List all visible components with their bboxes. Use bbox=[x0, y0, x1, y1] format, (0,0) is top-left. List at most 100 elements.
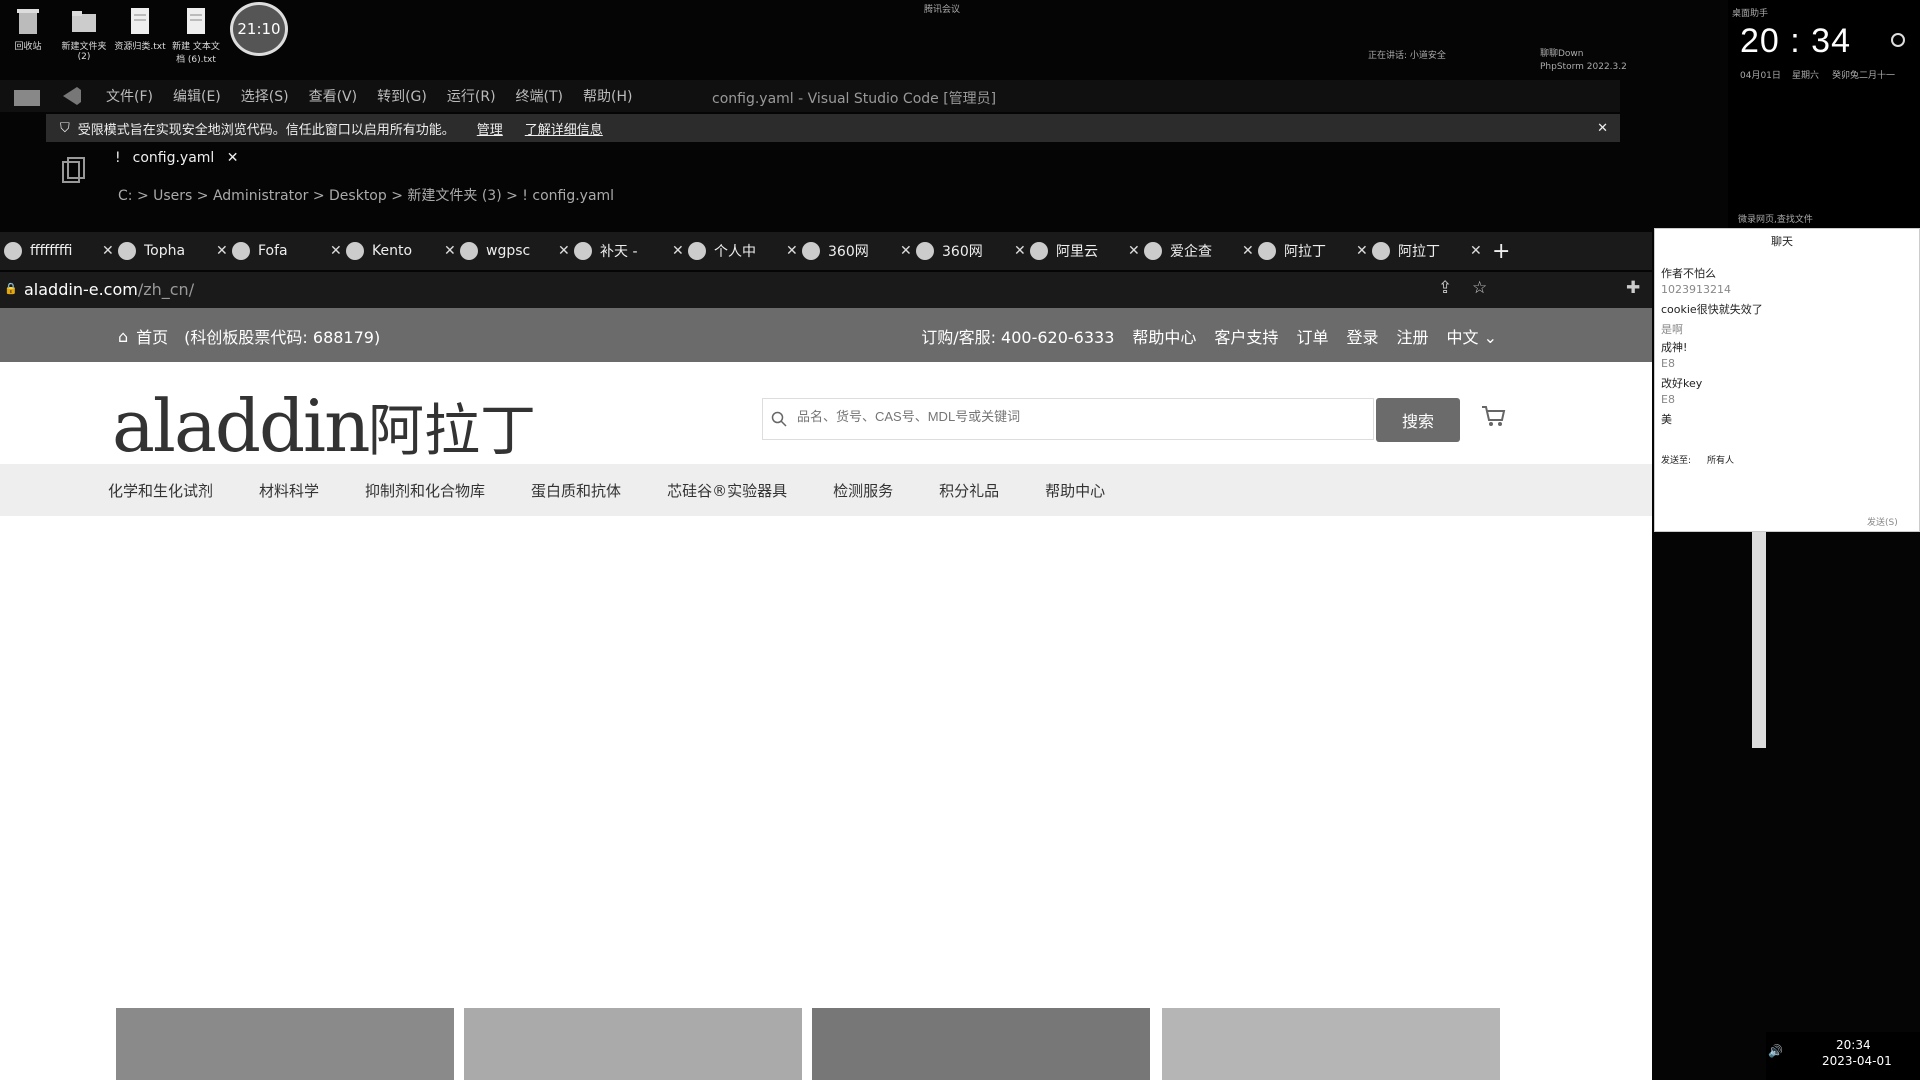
close-icon[interactable]: ✕ bbox=[672, 243, 684, 259]
browser-tab[interactable]: 爱企查 ✕ bbox=[1140, 236, 1254, 266]
logo-text[interactable]: aladdin bbox=[112, 384, 370, 468]
menu-run[interactable]: 运行(R) bbox=[447, 86, 496, 106]
text-file-icon[interactable]: 新建 文本文档 (6).txt bbox=[170, 6, 222, 65]
text-file-icon[interactable]: 资源归类.txt bbox=[114, 6, 166, 52]
close-icon[interactable]: ✕ bbox=[330, 243, 342, 259]
close-icon[interactable]: ✕ bbox=[1128, 243, 1140, 259]
search-box[interactable] bbox=[762, 398, 1374, 440]
scrollbar[interactable] bbox=[1752, 532, 1766, 748]
help-center-link[interactable]: 帮助中心 bbox=[1132, 324, 1196, 348]
home-link[interactable]: ⌂ 首页 (科创板股票代码: 688179) bbox=[118, 324, 380, 348]
lock-icon[interactable]: 🔒 bbox=[4, 282, 18, 295]
new-tab-button[interactable]: + bbox=[1492, 239, 1510, 264]
browser-tab[interactable]: 360网 ✕ bbox=[798, 236, 912, 266]
browser-tab[interactable]: Kento ✕ bbox=[342, 236, 456, 266]
explorer-icon[interactable] bbox=[12, 84, 42, 108]
speaking-label: 正在讲话: 小道安全 bbox=[1368, 51, 1446, 61]
task-item[interactable]: 聊聊Down bbox=[1540, 46, 1584, 59]
nav-inhibitors[interactable]: 抑制剂和化合物库 bbox=[365, 480, 485, 501]
menu-file[interactable]: 文件(F) bbox=[106, 86, 153, 106]
nav-materials[interactable]: 材料科学 bbox=[259, 480, 319, 501]
shield-icon: ⛉ bbox=[60, 120, 70, 136]
nav-help[interactable]: 帮助中心 bbox=[1045, 480, 1105, 501]
close-icon[interactable]: ✕ bbox=[1470, 243, 1482, 259]
browser-tab-active[interactable]: 阿拉丁 ✕ bbox=[1368, 236, 1482, 266]
close-icon[interactable]: ✕ bbox=[102, 243, 114, 259]
close-icon[interactable]: ✕ bbox=[786, 243, 798, 259]
star-icon[interactable]: ☆ bbox=[1472, 278, 1487, 298]
files-icon[interactable] bbox=[60, 156, 86, 184]
restricted-mode-banner: ⛉ 受限模式旨在实现安全地浏览代码。信任此窗口以启用所有功能。 管理 了解详细信… bbox=[46, 114, 1620, 142]
search-button[interactable]: 搜索 bbox=[1376, 398, 1460, 442]
learn-more-link[interactable]: 了解详细信息 bbox=[525, 119, 603, 138]
home-icon: ⌂ bbox=[118, 326, 129, 346]
search-icon bbox=[771, 411, 787, 427]
close-icon[interactable]: ✕ bbox=[900, 243, 912, 259]
settings-icon[interactable] bbox=[1888, 30, 1908, 50]
task-item[interactable]: PhpStorm 2022.3.2 bbox=[1540, 62, 1627, 72]
send-button[interactable]: 发送(S) bbox=[1867, 515, 1898, 528]
cart-icon[interactable] bbox=[1480, 404, 1506, 428]
chat-message: 成神! bbox=[1661, 341, 1688, 354]
browser-tab[interactable]: 个人中 ✕ bbox=[684, 236, 798, 266]
close-icon[interactable]: ✕ bbox=[216, 243, 228, 259]
close-icon[interactable]: ✕ bbox=[1597, 121, 1608, 136]
search-input[interactable] bbox=[797, 409, 1357, 424]
browser-tab[interactable]: Fofa ✕ bbox=[228, 236, 342, 266]
browser-tab[interactable]: 补天 - ✕ bbox=[570, 236, 684, 266]
url-text[interactable]: aladdin-e.com/zh_cn/ bbox=[24, 280, 194, 299]
send-to-select[interactable]: 所有人 bbox=[1707, 453, 1734, 466]
orders-link[interactable]: 订单 bbox=[1296, 324, 1328, 348]
widget-app-name: 桌面助手 bbox=[1732, 9, 1769, 19]
logo-cn-text[interactable]: 阿拉丁 bbox=[368, 386, 536, 467]
address-bar[interactable]: 🔒 aladdin-e.com/zh_cn/ ⇪ ☆ ✚ bbox=[0, 272, 1652, 308]
breadcrumb[interactable]: C: > Users > Administrator > Desktop > 新… bbox=[118, 185, 614, 205]
browser-tab[interactable]: 360网 ✕ bbox=[912, 236, 1026, 266]
promo-card[interactable] bbox=[812, 1008, 1150, 1080]
chat-message: cookie很快就失效了 bbox=[1661, 303, 1763, 316]
nav-proteins[interactable]: 蛋白质和抗体 bbox=[531, 480, 621, 501]
editor-tab[interactable]: ! config.yaml ✕ bbox=[115, 150, 239, 166]
register-link[interactable]: 注册 bbox=[1396, 324, 1428, 348]
promo-card[interactable] bbox=[464, 1008, 802, 1080]
extensions-icon[interactable]: ✚ bbox=[1626, 278, 1640, 298]
browser-tab[interactable]: Topha ✕ bbox=[114, 236, 228, 266]
login-link[interactable]: 登录 bbox=[1346, 324, 1378, 348]
nav-labware[interactable]: 芯硅谷®实验器具 bbox=[667, 480, 787, 501]
manage-link[interactable]: 管理 bbox=[477, 119, 503, 138]
menu-edit[interactable]: 编辑(E) bbox=[173, 86, 221, 106]
browser-tab[interactable]: 阿里云 ✕ bbox=[1026, 236, 1140, 266]
timer-badge: 21:10 bbox=[230, 2, 288, 56]
hotline: 订购/客服: 400-620-6333 bbox=[921, 328, 1115, 347]
close-icon[interactable]: ✕ bbox=[558, 243, 570, 259]
screen: 回收站 新建文件夹 (2) 资源归类.txt 新建 文本文档 (6).txt 2… bbox=[0, 0, 1920, 1080]
folder-icon[interactable]: 新建文件夹 (2) bbox=[58, 6, 110, 62]
widget-search[interactable]: 微录网页,查找文件 bbox=[1738, 212, 1813, 225]
close-icon[interactable]: ✕ bbox=[1242, 243, 1254, 259]
browser-tab[interactable]: ffffffffi ✕ bbox=[0, 236, 114, 266]
menu-selection[interactable]: 选择(S) bbox=[241, 86, 289, 106]
promo-card[interactable] bbox=[1162, 1008, 1500, 1080]
close-icon[interactable]: ✕ bbox=[444, 243, 456, 259]
taskbar-clock[interactable]: 20:34 2023-04-01 🔊 bbox=[1766, 1032, 1920, 1080]
nav-testing[interactable]: 检测服务 bbox=[833, 480, 893, 501]
volume-icon[interactable]: 🔊 bbox=[1768, 1044, 1783, 1058]
close-icon[interactable]: ✕ bbox=[1014, 243, 1026, 259]
language-select[interactable]: 中文 ⌄ bbox=[1446, 324, 1497, 348]
share-icon[interactable]: ⇪ bbox=[1438, 278, 1452, 298]
close-icon[interactable]: ✕ bbox=[227, 150, 239, 166]
recycle-bin-icon[interactable]: 回收站 bbox=[2, 6, 54, 52]
browser-tab[interactable]: 阿拉丁 ✕ bbox=[1254, 236, 1368, 266]
promo-card[interactable] bbox=[116, 1008, 454, 1080]
nav-chemicals[interactable]: 化学和生化试剂 bbox=[108, 480, 213, 501]
support-link[interactable]: 客户支持 bbox=[1214, 324, 1278, 348]
menu-view[interactable]: 查看(V) bbox=[309, 86, 358, 106]
browser-tab[interactable]: wgpsc ✕ bbox=[456, 236, 570, 266]
chat-title: 聊天 bbox=[1771, 235, 1793, 248]
menu-go[interactable]: 转到(G) bbox=[377, 86, 427, 106]
menu-help[interactable]: 帮助(H) bbox=[583, 86, 632, 106]
vscode-logo-icon bbox=[63, 87, 81, 105]
close-icon[interactable]: ✕ bbox=[1356, 243, 1368, 259]
nav-rewards[interactable]: 积分礼品 bbox=[939, 480, 999, 501]
menu-terminal[interactable]: 终端(T) bbox=[516, 86, 563, 106]
